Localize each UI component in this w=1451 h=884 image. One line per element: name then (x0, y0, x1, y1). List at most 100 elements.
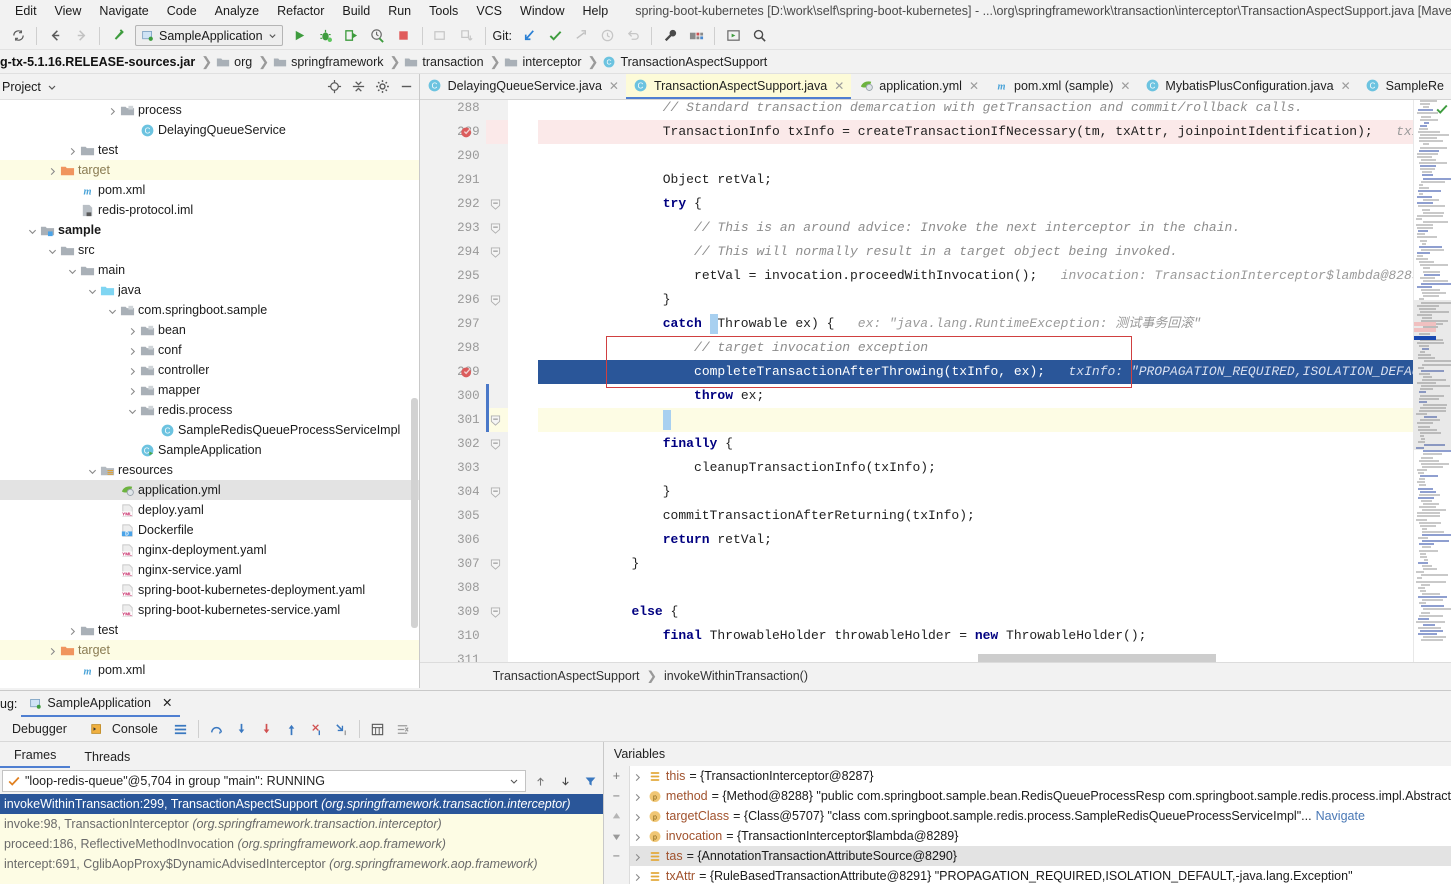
tree-item-delayingqueueservice[interactable]: C DelayingQueueService (0, 120, 419, 140)
chevron-down-icon[interactable] (128, 405, 139, 416)
sync-icon[interactable] (5, 24, 31, 48)
code-line[interactable]: final ThrowableHolder throwableHolder = … (538, 624, 1147, 648)
chevron-none-icon[interactable] (128, 125, 139, 136)
chevron-none-icon[interactable] (148, 425, 159, 436)
collapse-icon[interactable]: − (603, 846, 629, 866)
chevron-down-icon[interactable] (47, 82, 57, 92)
code-line[interactable]: // This will normally result in a target… (538, 240, 1178, 264)
line-number[interactable]: 305 (457, 509, 480, 523)
breadcrumb-item-jar[interactable]: g-tx-5.1.16.RELEASE-sources.jar (0, 55, 200, 69)
fold-collapse-icon[interactable] (490, 607, 501, 618)
step-out-icon[interactable] (279, 717, 304, 741)
tree-item-pom-xml[interactable]: m pom.xml (0, 180, 419, 200)
chevron-right-icon[interactable] (128, 385, 139, 396)
line-number[interactable]: 300 (457, 389, 480, 403)
close-icon[interactable]: ✕ (834, 79, 844, 93)
project-structure-icon[interactable] (683, 24, 709, 48)
code-line[interactable]: finally { (538, 432, 733, 456)
line-number[interactable]: 308 (457, 581, 480, 595)
chevron-right-icon[interactable] (633, 811, 644, 822)
tree-item-redis-process[interactable]: redis.process (0, 400, 419, 420)
frames-down-icon[interactable] (553, 769, 578, 793)
code-line[interactable]: retVal = invocation.proceedWithInvocatio… (538, 264, 1420, 288)
locate-icon[interactable] (323, 76, 347, 98)
frame-row[interactable]: invoke:98, TransactionInterceptor (org.s… (0, 814, 603, 834)
fold-collapse-icon[interactable] (490, 223, 501, 234)
tree-item-mapper[interactable]: mapper (0, 380, 419, 400)
editor-tab-mybatisplusconfiguration-java[interactable]: C MybatisPlusConfiguration.java ✕ (1137, 74, 1357, 99)
frames-up-icon[interactable] (528, 769, 553, 793)
tree-item-bean[interactable]: bean (0, 320, 419, 340)
line-number-gutter[interactable]: 2882892902912922932942952962972982993003… (419, 100, 486, 662)
chevron-down-icon[interactable] (108, 305, 119, 316)
chevron-down-icon[interactable] (68, 265, 79, 276)
chevron-right-icon[interactable] (48, 165, 59, 176)
wrench-settings-icon[interactable] (657, 24, 683, 48)
chevron-right-icon[interactable] (108, 105, 119, 116)
chevron-right-icon[interactable] (48, 645, 59, 656)
line-number[interactable]: 290 (457, 149, 480, 163)
chevron-none-icon[interactable] (108, 585, 119, 596)
code-line[interactable]: } (538, 552, 639, 576)
tree-item-src[interactable]: src (0, 240, 419, 260)
line-number[interactable]: 297 (457, 317, 480, 331)
hide-icon[interactable] (395, 76, 419, 98)
fold-collapse-icon[interactable] (490, 439, 501, 450)
tree-item-sampleredisqueueprocessserviceimpl[interactable]: C SampleRedisQueueProcessServiceImpl (0, 420, 419, 440)
chevron-right-icon[interactable] (633, 871, 644, 882)
stop-icon[interactable] (391, 24, 417, 48)
tree-item-sampleapplication[interactable]: C SampleApplication (0, 440, 419, 460)
variable-row[interactable]: txAttr = {RuleBasedTransactionAttribute@… (630, 866, 1451, 884)
tree-item-spring-boot-kubernetes-service-yaml[interactable]: YML spring-boot-kubernetes-service.yaml (0, 600, 419, 620)
editor-tab-delayingqueueservice-java[interactable]: C DelayingQueueService.java ✕ (420, 74, 626, 99)
navigate-link[interactable]: Navigate (1316, 809, 1365, 823)
chevron-none-icon[interactable] (68, 665, 79, 676)
chevron-none-icon[interactable] (108, 605, 119, 616)
chevron-right-icon[interactable] (128, 365, 139, 376)
debug-session-tab[interactable]: SampleApplication ✕ (21, 691, 181, 717)
tree-item-deploy-yaml[interactable]: YML deploy.yaml (0, 500, 419, 520)
fold-collapse-icon[interactable] (490, 487, 501, 498)
tab-console[interactable]: Console (110, 722, 168, 736)
frame-row[interactable]: invokeWithinTransaction:299, Transaction… (0, 794, 603, 814)
tree-item-test[interactable]: test (0, 140, 419, 160)
line-number[interactable]: 292 (457, 197, 480, 211)
fold-collapse-icon[interactable] (490, 247, 501, 258)
code-line[interactable]: // Standard transaction demarcation with… (538, 100, 1303, 120)
menu-item-build[interactable]: Build (333, 2, 379, 20)
plus-icon[interactable]: + (603, 766, 629, 786)
tree-item-pom-xml[interactable]: m pom.xml (0, 660, 419, 680)
code-line[interactable]: return retVal; (538, 528, 772, 552)
code-line[interactable]: catch (Throwable ex) { ex: "java.lang.Ru… (538, 312, 1201, 336)
profile-icon[interactable] (365, 24, 391, 48)
tree-item-dockerfile[interactable]: D Dockerfile (0, 520, 419, 540)
menu-item-tools[interactable]: Tools (420, 2, 467, 20)
drop-frame-icon[interactable] (304, 717, 329, 741)
variable-row[interactable]: tas = {AnnotationTransactionAttributeSou… (629, 846, 1451, 866)
project-tree-scrollbar[interactable] (410, 398, 418, 628)
line-number[interactable]: 288 (457, 101, 480, 115)
menu-item-run[interactable]: Run (379, 2, 420, 20)
fold-collapse-icon[interactable] (490, 199, 501, 210)
chevron-right-icon[interactable] (633, 771, 644, 782)
git-pull-icon[interactable] (516, 24, 542, 48)
tab-frames[interactable]: Frames (0, 745, 71, 768)
chevron-none-icon[interactable] (128, 445, 139, 456)
code-text[interactable]: // Standard transaction demarcation with… (537, 100, 1451, 662)
up-icon[interactable] (603, 806, 629, 826)
chevron-none-icon[interactable] (108, 485, 119, 496)
code-line[interactable]: else { (538, 600, 678, 624)
down-icon[interactable] (603, 826, 629, 846)
line-number[interactable]: 298 (457, 341, 480, 355)
chevron-right-icon[interactable] (633, 851, 644, 862)
console-icon[interactable] (85, 717, 110, 741)
code-line[interactable]: } (538, 288, 671, 312)
editor-breadcrumb-method[interactable]: invokeWithinTransaction() (664, 669, 808, 683)
menu-item-refactor[interactable]: Refactor (268, 2, 333, 20)
tree-item-main[interactable]: main (0, 260, 419, 280)
tree-item-nginx-service-yaml[interactable]: YML nginx-service.yaml (0, 560, 419, 580)
gear-icon[interactable] (371, 76, 395, 98)
tree-item-target[interactable]: target (0, 160, 419, 180)
menu-item-analyze[interactable]: Analyze (206, 2, 268, 20)
debug-bug-icon[interactable] (313, 24, 339, 48)
